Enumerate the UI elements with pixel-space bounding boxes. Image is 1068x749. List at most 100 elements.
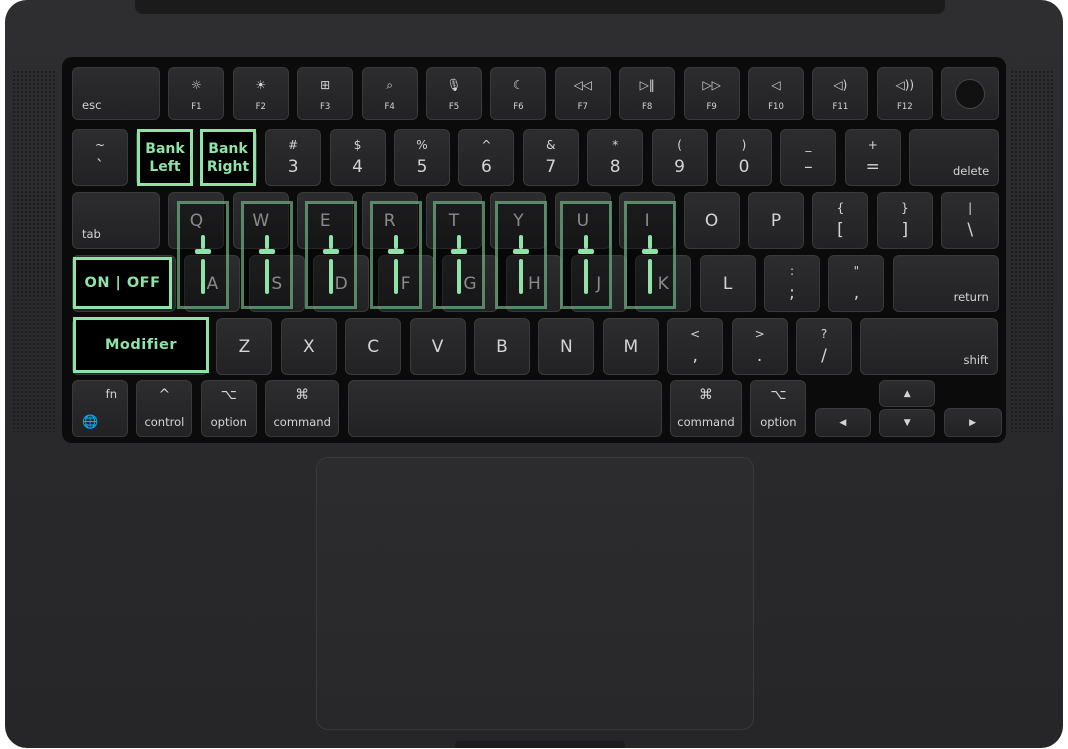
key-label: , — [692, 346, 698, 366]
fader-4[interactable] — [370, 201, 422, 309]
key-b[interactable]: B — [474, 318, 530, 375]
key-f1[interactable]: ☼ F1 — [168, 67, 225, 120]
key-f10[interactable]: ◁ F10 — [748, 67, 804, 120]
fader-6[interactable] — [495, 201, 547, 309]
key-label: F7 — [577, 102, 588, 112]
fader-knob[interactable] — [259, 249, 275, 255]
fader-5[interactable] — [433, 201, 485, 309]
key-r4-8[interactable]: <, — [667, 318, 724, 375]
fader-8[interactable] — [624, 201, 676, 309]
key-r5-8[interactable]: ▲ — [879, 380, 936, 407]
key-r4-9[interactable]: >. — [731, 318, 788, 375]
key-0[interactable]: ) 0 — [716, 129, 772, 186]
bank-right-button[interactable]: Bank Right — [200, 129, 256, 186]
key-8[interactable]: * 8 — [587, 129, 644, 186]
key-label: shift — [963, 353, 989, 367]
fader-1[interactable] — [177, 201, 229, 309]
fader-7[interactable] — [560, 201, 612, 309]
modifier-button[interactable]: Modifier — [73, 317, 209, 373]
key-r5-10[interactable]: ▶ — [943, 408, 1002, 437]
key-f2[interactable]: ☀ F2 — [232, 67, 289, 120]
key-return[interactable]: return — [892, 255, 999, 312]
bank-right-line1: Bank — [208, 140, 248, 157]
key-r2-12[interactable]: }] — [876, 192, 933, 249]
fader-knob[interactable] — [323, 249, 339, 255]
key-x[interactable]: X — [280, 318, 337, 375]
key-o[interactable]: O — [683, 192, 740, 249]
on-off-button[interactable]: ON | OFF — [73, 257, 172, 309]
key-5[interactable]: % 5 — [394, 129, 450, 186]
fader-knob[interactable] — [195, 249, 211, 255]
fader-knob[interactable] — [513, 249, 529, 255]
key-r5-0[interactable]: fn 🌐 — [72, 380, 128, 437]
key-6[interactable]: ^ 6 — [458, 129, 515, 186]
key-3[interactable]: #3 — [265, 129, 322, 186]
fader-3[interactable] — [305, 201, 357, 309]
key-command[interactable]: ⌘ command — [265, 380, 340, 437]
key-f11[interactable]: ◁) F11 — [812, 67, 869, 120]
speaker-grille-right — [1010, 70, 1054, 432]
key-z[interactable]: Z — [216, 318, 273, 375]
fader-track-upper — [329, 235, 333, 250]
key-r5-9[interactable]: ▼ — [879, 409, 936, 437]
key-label: B — [496, 336, 508, 357]
key-r3-11[interactable]: ", — [828, 255, 885, 312]
key-label: control — [144, 415, 185, 429]
key-power-icon[interactable] — [941, 67, 1000, 120]
key-9[interactable]: (9 — [651, 129, 708, 186]
key-top-label: ^ — [481, 138, 492, 152]
key-label: P — [770, 210, 782, 231]
key-r1-0[interactable]: ~ ` — [72, 129, 128, 186]
key-command[interactable]: ⌘ command — [670, 380, 742, 437]
lid-notch — [455, 741, 625, 748]
fader-knob[interactable] — [388, 249, 404, 255]
key-label: 5 — [416, 157, 428, 177]
key-l[interactable]: L — [699, 255, 756, 312]
key-option[interactable]: ⌥ option — [750, 380, 807, 437]
key-label: 7 — [545, 157, 557, 177]
key-r3-10[interactable]: :; — [764, 255, 820, 312]
key-f4[interactable]: ⌕ F4 — [361, 67, 418, 120]
key-f3[interactable]: ⊞ F3 — [297, 67, 354, 120]
key-v[interactable]: V — [409, 318, 466, 375]
key-f12[interactable]: ◁)) F12 — [876, 67, 933, 120]
fader-track-lower — [519, 259, 523, 294]
key-label: 0 — [738, 157, 750, 177]
key-r1-11[interactable]: _ – — [780, 129, 837, 186]
fader-2[interactable] — [241, 201, 293, 309]
key-esc[interactable]: esc — [72, 67, 160, 120]
key-option[interactable]: ⌥ option — [200, 380, 257, 437]
key-f5[interactable]: 🎙 F5 — [426, 67, 482, 120]
key-label: F4 — [384, 102, 395, 112]
key-p[interactable]: P — [748, 192, 804, 249]
key-f8[interactable]: ▷‖ F8 — [619, 67, 676, 120]
fader-knob[interactable] — [578, 249, 594, 255]
key-tab[interactable]: tab — [72, 192, 160, 249]
key-top-label: ⌥ — [770, 387, 787, 403]
fader-knob[interactable] — [642, 249, 658, 255]
key-m[interactable]: M — [602, 318, 659, 375]
key-7[interactable]: & 7 — [522, 129, 579, 186]
trackpad[interactable] — [316, 457, 754, 730]
bank-left-button[interactable]: Bank Left — [137, 129, 193, 186]
key-control[interactable]: ^ control — [136, 380, 193, 437]
key-r2-11[interactable]: {[ — [812, 192, 869, 249]
key-space[interactable] — [347, 380, 662, 437]
key-f9[interactable]: ▷▷ F9 — [683, 67, 740, 120]
key-r4-10[interactable]: ? / — [796, 318, 852, 375]
key-4[interactable]: $4 — [329, 129, 386, 186]
key-delete[interactable]: delete — [909, 129, 1000, 186]
key-label: tab — [82, 227, 101, 241]
key-f6[interactable]: ☾ F6 — [490, 67, 547, 120]
key-r5-7[interactable]: ◀ — [814, 408, 871, 437]
key-n[interactable]: N — [538, 318, 595, 375]
key-top-label: ? — [820, 327, 828, 341]
key-c[interactable]: C — [345, 318, 402, 375]
key-top-label: ⌘ — [699, 387, 713, 403]
key-r1-12[interactable]: + = — [844, 129, 901, 186]
key-r2-13[interactable]: | \ — [941, 192, 1000, 249]
fader-knob[interactable] — [451, 249, 467, 255]
key-shift[interactable]: shift — [860, 318, 999, 375]
key-f7[interactable]: ◁◁ F7 — [554, 67, 611, 120]
key-top-label: # — [288, 138, 299, 152]
